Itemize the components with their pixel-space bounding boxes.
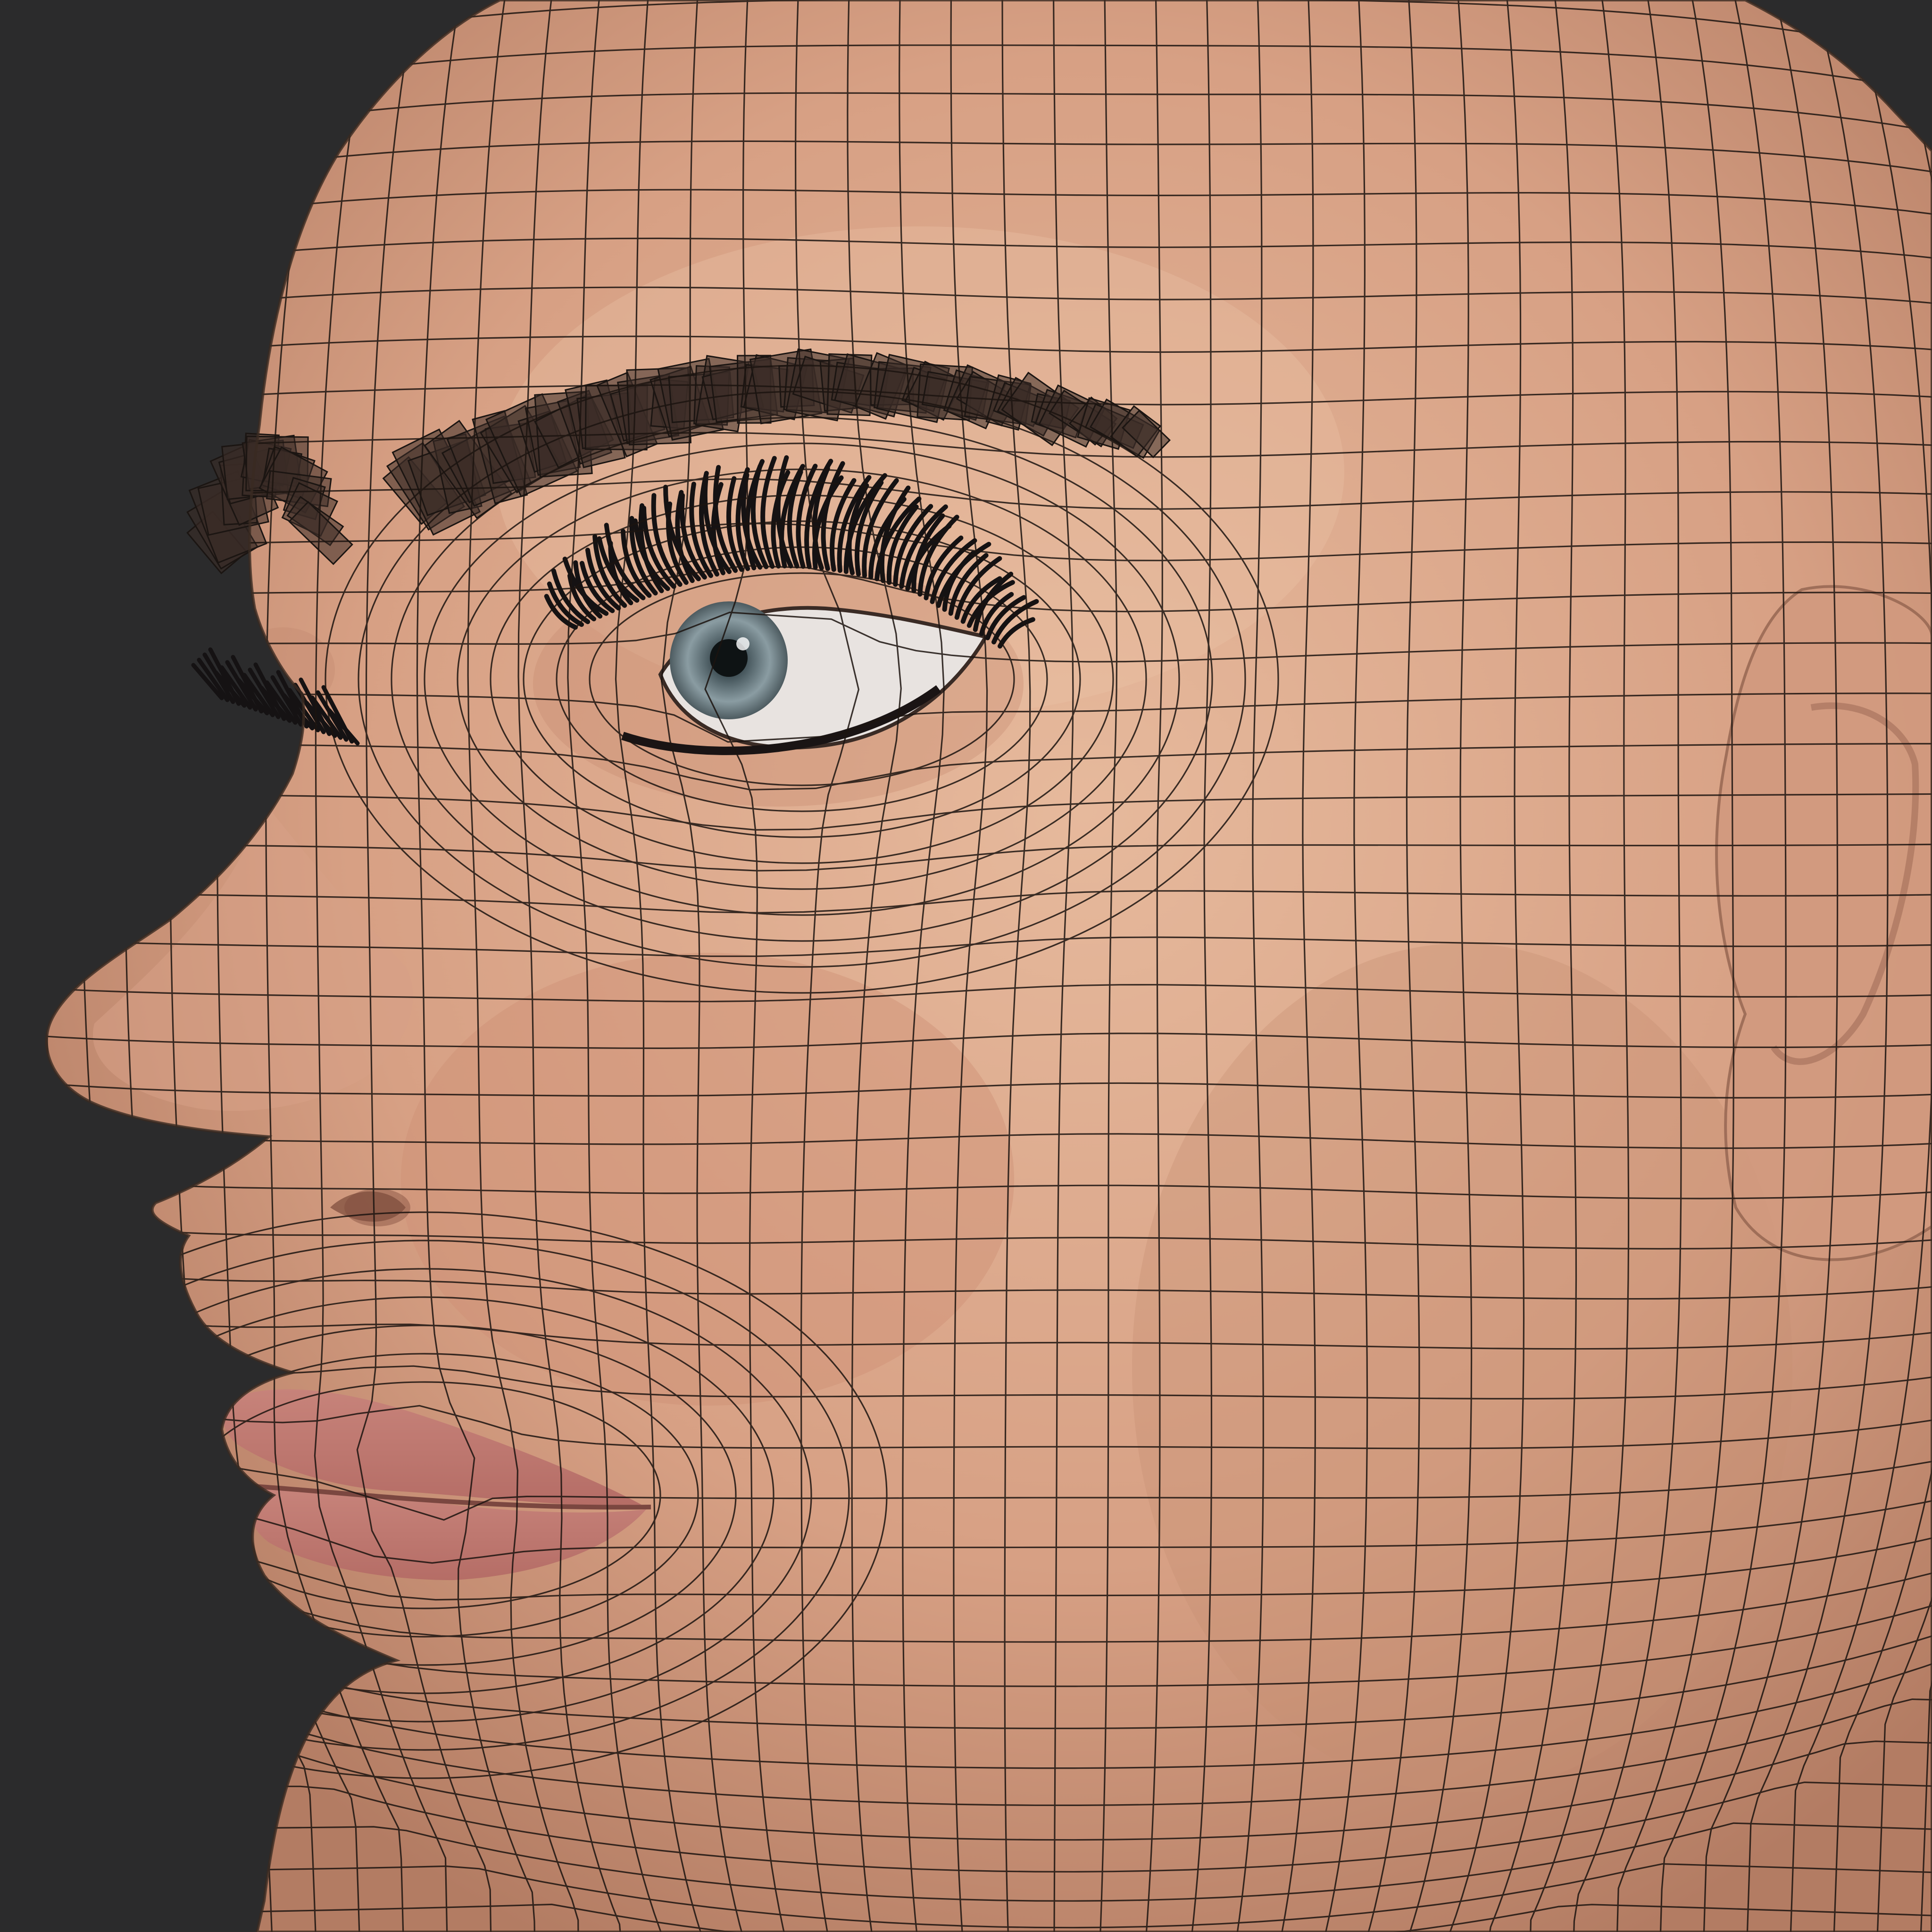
head-render [0, 0, 1932, 1932]
3d-viewport[interactable] [0, 0, 1932, 1932]
